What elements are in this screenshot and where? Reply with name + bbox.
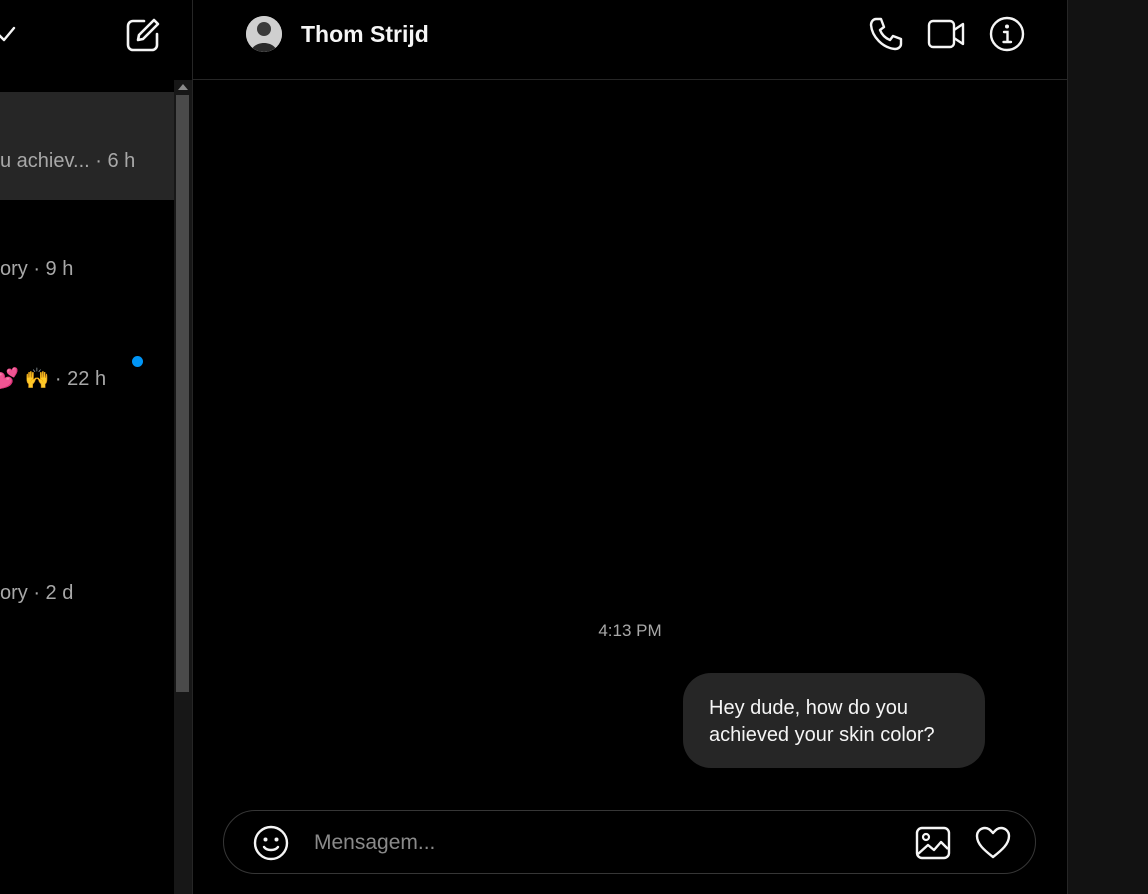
right-gutter [1067, 0, 1148, 894]
image-icon[interactable] [914, 824, 952, 862]
info-icon[interactable] [987, 14, 1027, 54]
conversation-preview: ory · 9 h [0, 258, 74, 280]
avatar[interactable] [246, 16, 282, 52]
contact-name[interactable]: Thom Strijd [301, 21, 429, 48]
message-composer [223, 810, 1036, 874]
emoji-icon[interactable] [252, 824, 290, 862]
conversation-list-header [0, 0, 192, 79]
check-icon[interactable] [0, 20, 18, 46]
conversation-list-panel: u achiev... · 6 h ory · 9 h 💕 🙌 · 22 h o… [0, 0, 193, 894]
conversation-item[interactable]: u achiev... · 6 h [0, 92, 174, 200]
chat-panel: Thom Strijd 4:13 PM Hey dude, how do you… [193, 0, 1067, 894]
scroll-thumb[interactable] [176, 95, 189, 692]
message-timestamp: 4:13 PM [598, 621, 662, 640]
phone-icon[interactable] [866, 14, 906, 54]
conversation-preview: 💕 🙌 · 22 h [0, 368, 107, 390]
message-bubble[interactable]: Hey dude, how do you achieved your skin … [683, 673, 985, 768]
conversation-item[interactable]: ory · 9 h [0, 200, 174, 308]
message-input[interactable] [312, 823, 886, 863]
chat-header: Thom Strijd [193, 0, 1067, 80]
conversation-preview: ory · 2 d [0, 582, 74, 604]
conversation-preview: u achiev... · 6 h [0, 150, 136, 172]
conversation-item[interactable]: ory · 2 d [0, 524, 174, 632]
conversation-item[interactable]: 💕 🙌 · 22 h [0, 308, 174, 416]
unread-dot [132, 356, 143, 367]
scroll-up-arrow-icon[interactable] [178, 84, 188, 90]
video-icon[interactable] [926, 14, 966, 54]
heart-icon[interactable] [974, 824, 1012, 862]
conversation-scrollbar[interactable] [174, 80, 192, 894]
compose-icon[interactable] [124, 16, 162, 54]
